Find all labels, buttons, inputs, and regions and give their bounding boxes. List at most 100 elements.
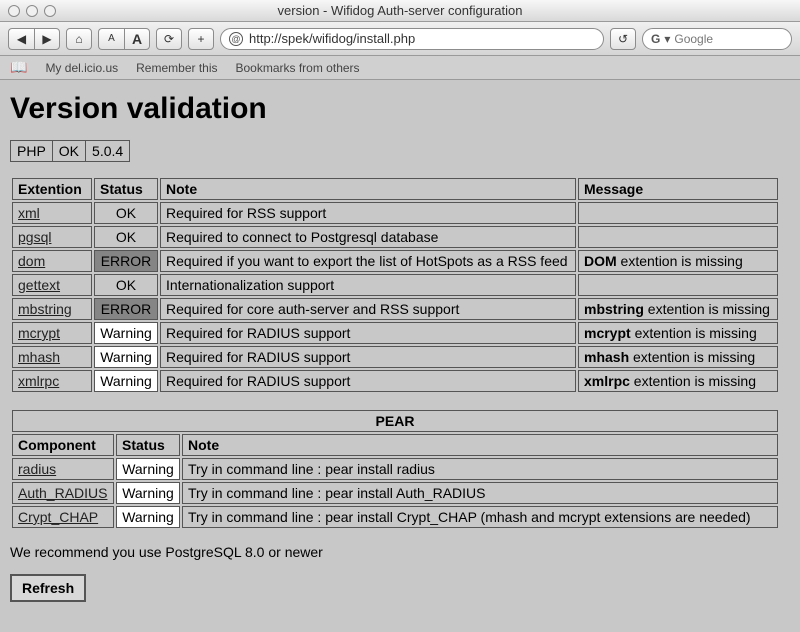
note-cell: Required for RADIUS support <box>160 346 576 368</box>
message-cell: mhash extention is missing <box>578 346 778 368</box>
ext-link-dom[interactable]: dom <box>18 253 45 269</box>
pear-link-cryptchap[interactable]: Crypt_CHAP <box>18 509 98 525</box>
col-note: Note <box>182 434 778 456</box>
status-badge: ERROR <box>94 250 158 272</box>
page-heading: Version validation <box>10 92 790 126</box>
table-row: mcrypt Warning Required for RADIUS suppo… <box>12 322 778 344</box>
status-badge: Warning <box>94 346 158 368</box>
search-field[interactable]: G ▾ Google <box>642 28 792 50</box>
col-note: Note <box>160 178 576 200</box>
textsize-larger-button[interactable]: A <box>124 28 150 50</box>
message-cell: mbstring extention is missing <box>578 298 778 320</box>
page-content: Version validation PHP OK 5.0.4 Extentio… <box>0 80 800 632</box>
message-cell: mcrypt extention is missing <box>578 322 778 344</box>
bookmark-item[interactable]: My del.icio.us <box>45 61 118 75</box>
plus-icon: + <box>197 32 204 46</box>
pear-link-authradius[interactable]: Auth_RADIUS <box>18 485 107 501</box>
bookmarks-bar: 📖 My del.icio.us Remember this Bookmarks… <box>0 56 800 80</box>
forward-button[interactable]: ▶ <box>34 28 60 50</box>
note-cell: Internationalization support <box>160 274 576 296</box>
extensions-table: Extention Status Note Message xml OK Req… <box>10 176 780 394</box>
note-cell: Required for RADIUS support <box>160 322 576 344</box>
close-window-button[interactable] <box>8 5 20 17</box>
search-placeholder: Google <box>674 32 713 46</box>
php-version-box: PHP OK 5.0.4 <box>10 140 130 162</box>
status-badge: Warning <box>116 506 180 528</box>
table-row: pgsql OK Required to connect to Postgres… <box>12 226 778 248</box>
snapback-button[interactable]: ↺ <box>610 28 636 50</box>
php-version: 5.0.4 <box>86 141 129 161</box>
ext-link-mhash[interactable]: mhash <box>18 349 60 365</box>
ext-link-gettext[interactable]: gettext <box>18 277 60 293</box>
note-cell: Required if you want to export the list … <box>160 250 576 272</box>
status-badge: ERROR <box>94 298 158 320</box>
ext-link-pgsql[interactable]: pgsql <box>18 229 51 245</box>
table-row: Auth_RADIUS Warning Try in command line … <box>12 482 778 504</box>
ext-link-mcrypt[interactable]: mcrypt <box>18 325 60 341</box>
reload-button[interactable]: ⟳ <box>156 28 182 50</box>
status-badge: Warning <box>116 482 180 504</box>
col-status: Status <box>116 434 180 456</box>
snapback-icon: ↺ <box>618 32 628 46</box>
ext-link-xml[interactable]: xml <box>18 205 40 221</box>
minimize-window-button[interactable] <box>26 5 38 17</box>
table-row: Crypt_CHAP Warning Try in command line :… <box>12 506 778 528</box>
window-titlebar: version - Wifidog Auth-server configurat… <box>0 0 800 22</box>
table-row: gettext OK Internationalization support <box>12 274 778 296</box>
col-status: Status <box>94 178 158 200</box>
table-row: xmlrpc Warning Required for RADIUS suppo… <box>12 370 778 392</box>
status-badge: Warning <box>94 322 158 344</box>
refresh-button[interactable]: Refresh <box>10 574 86 602</box>
col-message: Message <box>578 178 778 200</box>
window-title: version - Wifidog Auth-server configurat… <box>0 3 800 18</box>
bookmark-item[interactable]: Bookmarks from others <box>236 61 360 75</box>
home-button[interactable]: ⌂ <box>66 28 92 50</box>
table-row: dom ERROR Required if you want to export… <box>12 250 778 272</box>
table-row: xml OK Required for RSS support <box>12 202 778 224</box>
ext-link-mbstring[interactable]: mbstring <box>18 301 72 317</box>
status-badge: Warning <box>94 370 158 392</box>
col-extension: Extention <box>12 178 92 200</box>
message-cell <box>578 274 778 296</box>
forward-icon: ▶ <box>42 32 51 46</box>
back-button[interactable]: ◀ <box>8 28 34 50</box>
back-icon: ◀ <box>17 32 26 46</box>
table-header-row: Component Status Note <box>12 434 778 456</box>
address-bar[interactable]: @ http://spek/wifidog/install.php <box>220 28 604 50</box>
message-cell: xmlrpc extention is missing <box>578 370 778 392</box>
table-header-row: Extention Status Note Message <box>12 178 778 200</box>
zoom-window-button[interactable] <box>44 5 56 17</box>
bookmarks-menu-icon[interactable]: 📖 <box>10 59 27 76</box>
status-badge: OK <box>94 274 158 296</box>
table-row: mhash Warning Required for RADIUS suppor… <box>12 346 778 368</box>
reload-icon: ⟳ <box>164 32 174 46</box>
php-label: PHP <box>11 141 53 161</box>
home-icon: ⌂ <box>75 32 82 46</box>
search-engine-icon: G <box>651 32 660 46</box>
bookmark-item[interactable]: Remember this <box>136 61 217 75</box>
note-cell: Required to connect to Postgresql databa… <box>160 226 576 248</box>
note-cell: Required for RADIUS support <box>160 370 576 392</box>
table-row: radius Warning Try in command line : pea… <box>12 458 778 480</box>
table-row: mbstring ERROR Required for core auth-se… <box>12 298 778 320</box>
note-cell: Try in command line : pear install Crypt… <box>182 506 778 528</box>
message-cell <box>578 226 778 248</box>
php-status: OK <box>53 141 86 161</box>
pear-title: PEAR <box>12 410 778 432</box>
note-cell: Required for core auth-server and RSS su… <box>160 298 576 320</box>
status-badge: OK <box>94 226 158 248</box>
pear-table: PEAR Component Status Note radius Warnin… <box>10 408 780 530</box>
note-cell: Try in command line : pear install radiu… <box>182 458 778 480</box>
message-cell <box>578 202 778 224</box>
window-traffic-lights <box>8 5 56 17</box>
textsize-smaller-button[interactable]: A <box>98 28 124 50</box>
message-cell: DOM extention is missing <box>578 250 778 272</box>
status-badge: OK <box>94 202 158 224</box>
ext-link-xmlrpc[interactable]: xmlrpc <box>18 373 59 389</box>
browser-toolbar: ◀ ▶ ⌂ A A ⟳ + @ http://spek/wifidog/inst… <box>0 22 800 56</box>
note-cell: Try in command line : pear install Auth_… <box>182 482 778 504</box>
note-cell: Required for RSS support <box>160 202 576 224</box>
pear-link-radius[interactable]: radius <box>18 461 56 477</box>
add-bookmark-button[interactable]: + <box>188 28 214 50</box>
recommendation-text: We recommend you use PostgreSQL 8.0 or n… <box>10 544 790 560</box>
